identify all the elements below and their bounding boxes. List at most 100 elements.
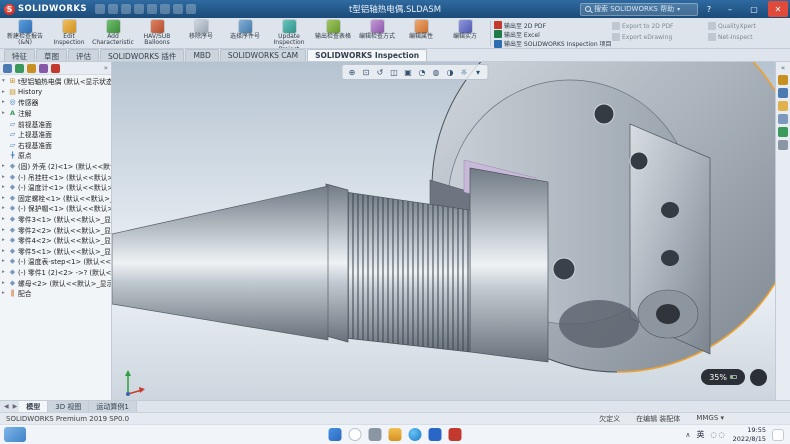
command-tab[interactable]: SOLIDWORKS 插件 — [100, 49, 184, 61]
quick-toolbar-icon[interactable] — [147, 4, 157, 14]
graphics-viewport[interactable]: ⊕⊡↺◫▣◔◍◑☼▾ 35% — [112, 62, 775, 400]
hud-button[interactable]: ☼ — [458, 66, 471, 78]
help-button[interactable]: ? — [702, 5, 716, 14]
tree-item[interactable]: ▸ 零件5<1> (默认<<默认>_显示状... — [0, 246, 111, 257]
export-button[interactable]: 输出至 SOLIDWORKS Inspection 项目 — [494, 40, 612, 48]
tree-item[interactable]: ▸ (-) 保护帽<1> (默认<<默认>_显示... — [0, 203, 111, 214]
tree-item[interactable]: 上视基准面 — [0, 129, 111, 140]
tree-item[interactable]: ▸ 零件3<1> (默认<<默认>_显示状态... — [0, 214, 111, 225]
taskbar-app-icon[interactable] — [349, 428, 362, 441]
ribbon-button[interactable]: 移除序号 — [179, 19, 223, 48]
hud-button[interactable]: ⊕ — [346, 66, 359, 78]
model-tab[interactable]: 3D 视图 — [48, 401, 89, 412]
tree-item[interactable]: ▸ 螺母<2> (默认<<默认>_显示状态... — [0, 277, 111, 288]
ribbon-button[interactable]: Edit Inspection — [47, 19, 91, 48]
export-button[interactable]: Export eDrawing — [612, 32, 704, 42]
task-pane-icon[interactable] — [778, 88, 788, 98]
quick-toolbar-icon[interactable] — [121, 4, 131, 14]
maximize-button[interactable]: ▢ — [744, 1, 764, 17]
tree-item[interactable]: ▸ 零件4<2> (默认<<默认>_显示状... — [0, 235, 111, 246]
tree-item[interactable]: ▸ 固定螺栓<1> (默认<<默认>_显示状... — [0, 193, 111, 204]
command-tab[interactable]: SOLIDWORKS Inspection — [307, 49, 427, 61]
quick-toolbar-icon[interactable] — [95, 4, 105, 14]
tree-item[interactable]: 原点 — [0, 150, 111, 161]
ribbon-button[interactable]: 输出检查表格 — [311, 19, 355, 48]
task-pane-collapse-icon[interactable]: « — [781, 64, 785, 72]
tabs-nav-right-icon[interactable]: ▶ — [11, 403, 20, 410]
tree-item[interactable]: ▸ 配合 — [0, 288, 111, 299]
status-item[interactable]: 在编辑 装配体 — [636, 414, 680, 424]
model-3d[interactable] — [112, 62, 775, 400]
panel-tab-icon[interactable] — [51, 64, 60, 73]
hud-button[interactable]: ◑ — [444, 66, 457, 78]
taskbar-clock[interactable]: 19:55 2022/8/15 — [733, 426, 766, 442]
export-button[interactable]: Export to 2D PDF — [612, 21, 704, 31]
tabs-nav-left-icon[interactable]: ◀ — [2, 403, 11, 410]
command-tab[interactable]: 草图 — [36, 49, 67, 61]
panel-tab-icon[interactable] — [3, 64, 12, 73]
export-button[interactable]: 输出至 2D PDF — [494, 21, 612, 29]
part-shaft[interactable] — [112, 186, 328, 340]
panel-chevron-icon[interactable]: » — [104, 64, 108, 72]
ribbon-button[interactable]: HAV/SUB Balloons — [135, 19, 179, 48]
tree-item[interactable]: ▸ (固) 外壳 (2)<1> (默认<<默认>_显示状态 — [0, 161, 111, 172]
quick-toolbar-icon[interactable] — [173, 4, 183, 14]
command-tab[interactable]: MBD — [185, 49, 218, 61]
status-item[interactable]: 欠定义 — [599, 414, 620, 424]
taskbar-app-icon[interactable] — [389, 428, 402, 441]
tree-item[interactable]: ▸ (-) 温度表-step<1> (默认<<默认>... — [0, 256, 111, 267]
task-pane-icon[interactable] — [778, 127, 788, 137]
taskbar-app-icon[interactable] — [429, 428, 442, 441]
command-tab[interactable]: SOLIDWORKS CAM — [220, 49, 306, 61]
hud-button[interactable]: ◔ — [416, 66, 429, 78]
tree-item[interactable]: 右视基准面 — [0, 140, 111, 151]
model-tab[interactable]: 运动算例1 — [89, 401, 136, 412]
quick-toolbar-icon[interactable] — [186, 4, 196, 14]
tree-item[interactable]: ▸ (-) 吊挂柱<1> (默认<<默认>_显... — [0, 171, 111, 182]
ribbon-button[interactable]: 新建检查报告(&N) — [3, 19, 47, 48]
model-tab[interactable]: 模型 — [19, 401, 48, 412]
hud-button[interactable]: ◍ — [430, 66, 443, 78]
task-pane-icon[interactable] — [778, 140, 788, 150]
tree-item[interactable]: ▸ 零件2<2> (默认<<默认>_显示状... — [0, 224, 111, 235]
hud-button[interactable]: ↺ — [374, 66, 387, 78]
task-pane-icon[interactable] — [778, 114, 788, 124]
taskbar-app-icon[interactable] — [409, 428, 422, 441]
hud-button[interactable]: ◫ — [388, 66, 401, 78]
tree-item[interactable]: ▸ (-) 零件1 (2)<2> ->? (默认<<默认>_显示状态 — [0, 267, 111, 278]
close-button[interactable]: ✕ — [768, 1, 788, 17]
export-button[interactable]: 输出至 Excel — [494, 30, 612, 38]
taskbar-app-icon[interactable] — [369, 428, 382, 441]
tree-item[interactable]: ▸ (-) 温度计<1> (默认<<默认>_显... — [0, 182, 111, 193]
tree-item[interactable]: ▸ 传感器 — [0, 97, 111, 108]
status-item[interactable]: MMGS ▾ — [696, 414, 724, 424]
ribbon-button[interactable]: Add Characteristic — [91, 19, 135, 48]
tray-status-icons[interactable]: ◌◌ — [710, 431, 726, 439]
hud-button[interactable]: ⊡ — [360, 66, 373, 78]
part-threaded-section[interactable] — [345, 192, 470, 352]
panel-tab-icon[interactable] — [27, 64, 36, 73]
panel-tab-icon[interactable] — [39, 64, 48, 73]
tray-chevron-icon[interactable]: ∧ — [685, 431, 690, 439]
search-caret-icon[interactable]: ▾ — [677, 6, 680, 13]
task-pane-icon[interactable] — [778, 75, 788, 85]
tree-item[interactable]: ▾ t型铝轴热电偶 (默认<显示状态-1>) — [0, 76, 111, 87]
ribbon-button[interactable]: Update Inspection Project — [267, 19, 311, 48]
part-step-ring[interactable] — [326, 184, 348, 342]
search-input[interactable]: 搜索 SOLIDWORKS 帮助 ▾ — [580, 3, 698, 16]
quick-toolbar-icon[interactable] — [108, 4, 118, 14]
quick-toolbar-icon[interactable] — [134, 4, 144, 14]
ribbon-button[interactable]: 编辑实方 — [443, 19, 487, 48]
notification-center-icon[interactable] — [772, 429, 784, 441]
export-button[interactable]: QualityXpert — [708, 21, 778, 31]
ime-indicator[interactable]: 英 — [696, 429, 704, 440]
taskbar-app-icon[interactable] — [329, 428, 342, 441]
tree-item[interactable]: ▸ History — [0, 87, 111, 98]
hud-button[interactable]: ▾ — [472, 66, 485, 78]
ribbon-button[interactable]: 编辑属性 — [399, 19, 443, 48]
command-tab[interactable]: 评估 — [68, 49, 99, 61]
task-pane-icon[interactable] — [778, 101, 788, 111]
tree-item[interactable]: ▸ 注解 — [0, 108, 111, 119]
weather-widget-icon[interactable] — [4, 427, 26, 442]
export-button[interactable]: Net-Inspect — [708, 32, 778, 42]
